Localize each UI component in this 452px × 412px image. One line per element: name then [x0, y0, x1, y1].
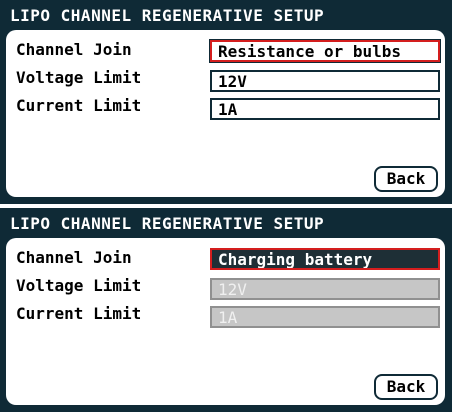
screen-title: LIPO CHANNEL REGENERATIVE SETUP — [10, 6, 325, 25]
back-button[interactable]: Back — [374, 166, 438, 192]
current-limit-label: Current Limit — [16, 96, 142, 115]
settings-panel: Channel Join Resistance or bulbs Voltage… — [6, 30, 445, 197]
voltage-limit-field[interactable]: 12V — [210, 70, 440, 92]
voltage-limit-label: Voltage Limit — [16, 276, 142, 295]
screen-title: LIPO CHANNEL REGENERATIVE SETUP — [10, 214, 325, 233]
settings-panel: Channel Join Charging battery Voltage Li… — [6, 238, 445, 405]
channel-join-label: Channel Join — [16, 248, 132, 267]
voltage-limit-field-disabled: 12V — [210, 278, 440, 300]
regenerative-setup-screen: LIPO CHANNEL REGENERATIVE SETUP Channel … — [0, 0, 452, 204]
current-limit-label: Current Limit — [16, 304, 142, 323]
regenerative-setup-screen-charging: LIPO CHANNEL REGENERATIVE SETUP Channel … — [0, 208, 452, 412]
voltage-limit-label: Voltage Limit — [16, 68, 142, 87]
channel-join-field[interactable]: Charging battery — [210, 248, 440, 270]
current-limit-field-disabled: 1A — [210, 306, 440, 328]
back-button[interactable]: Back — [374, 374, 438, 400]
channel-join-label: Channel Join — [16, 40, 132, 59]
current-limit-field[interactable]: 1A — [210, 98, 440, 120]
channel-join-field[interactable]: Resistance or bulbs — [209, 39, 441, 63]
